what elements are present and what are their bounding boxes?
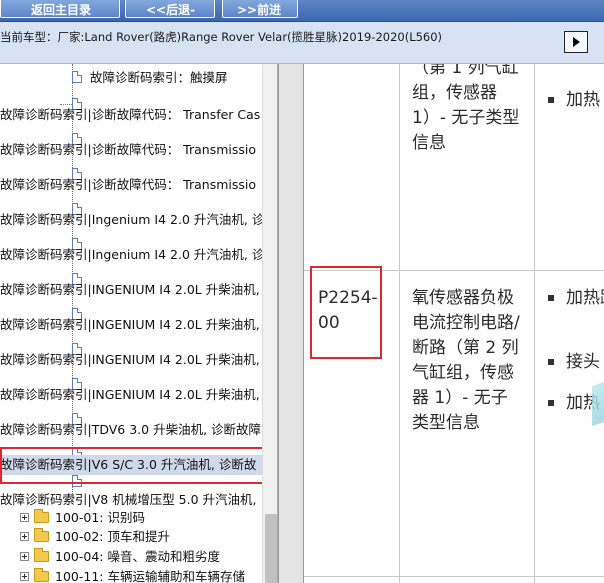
expand-icon[interactable] xyxy=(20,513,29,522)
play-button[interactable] xyxy=(564,31,588,53)
code-highlight-box xyxy=(310,266,382,359)
tree-item[interactable]: 故障诊断码索引|INGENIUM I4 2.0L 升柴油机, xyxy=(0,385,262,405)
play-icon xyxy=(573,37,580,47)
folder-label: 100-02: 顶车和提升 xyxy=(55,529,170,544)
folder-label: 100-01: 识别码 xyxy=(55,510,145,525)
dtc-description: （第 1 列气缸组，传感器 1）- 无子类型信息 xyxy=(412,64,520,153)
vehicle-model: 厂家:Land Rover(路虎)Range Rover Velar(揽胜星脉)… xyxy=(57,30,443,44)
forward-button[interactable]: >>前进 xyxy=(222,0,298,18)
vehicle-info-bar: 当前车型：厂家:Land Rover(路虎)Range Rover Velar(… xyxy=(0,22,604,64)
top-nav-bar: 返回主目录 <<后退- >>前进 xyxy=(0,0,604,22)
dtc-description: 氧传感器负极电流控制电路/断路（第 2 列气缸组，传感器 1）- 无子类型信息 xyxy=(412,288,520,433)
folder-label: 100-04: 噪音、震动和粗劣度 xyxy=(55,549,220,564)
tree-item[interactable]: 故障诊断码索引|V8 机械增压型 5.0 升汽油机, xyxy=(0,490,262,510)
bullet-item: 加热路、 xyxy=(548,286,604,311)
folder-label: 100-11: 车辆运输辅助和车辆存储 xyxy=(55,569,245,583)
decorative-overlay xyxy=(592,381,604,427)
vehicle-text: 当前车型：厂家:Land Rover(路虎)Range Rover Velar(… xyxy=(0,29,442,45)
navigation-tree: 故障诊断码索引：触摸屏 故障诊断码索引|诊断故障代码： Transfer Cas… xyxy=(0,64,278,583)
folder-icon xyxy=(34,548,49,562)
tree-item[interactable]: 故障诊断码索引|TDV6 3.0 升柴油机, 诊断故障 xyxy=(0,420,262,440)
tree-item[interactable]: 故障诊断码索引|Ingenium I4 2.0 升汽油机, 诊 xyxy=(0,245,262,265)
folder-icon xyxy=(34,528,49,542)
dtc-table: （第 1 列气缸组，传感器 1）- 无子类型信息 加热 P2254-00 氧传感… xyxy=(304,64,604,583)
tree-item[interactable]: 故障诊断码索引|INGENIUM I4 2.0L 升柴油机, xyxy=(0,350,262,370)
vehicle-label: 当前车型： xyxy=(0,30,58,44)
tree-item[interactable]: 故障诊断码索引|Ingenium I4 2.0 升汽油机, 诊 xyxy=(0,210,262,230)
bullet-item: 接头 xyxy=(548,350,600,375)
tree-item[interactable]: 故障诊断码索引：触摸屏 xyxy=(0,68,262,88)
tree-item[interactable]: 故障诊断码索引|诊断故障代码： Transmissio xyxy=(0,140,262,160)
folder-icon xyxy=(34,509,49,523)
expand-icon[interactable] xyxy=(20,552,29,561)
folder-icon xyxy=(34,568,49,582)
tree-scrollbar[interactable] xyxy=(262,64,277,583)
previous-button[interactable]: <<后退- xyxy=(125,0,215,18)
scrollbar-thumb[interactable] xyxy=(265,514,277,583)
expand-icon[interactable] xyxy=(20,532,29,541)
bullet-item: 加热 xyxy=(548,88,600,113)
tree-item[interactable]: 故障诊断码索引|诊断故障代码： Transmissio xyxy=(0,175,262,195)
tree-item[interactable]: 故障诊断码索引|诊断故障代码： Transfer Cas xyxy=(0,105,262,125)
expand-icon[interactable] xyxy=(20,572,29,581)
selection-highlight-box xyxy=(0,447,270,484)
back-to-main-button[interactable]: 返回主目录 xyxy=(0,0,120,18)
tree-item[interactable]: 故障诊断码索引|INGENIUM I4 2.0L 升柴油机, xyxy=(0,280,262,300)
tree-item[interactable]: 故障诊断码索引|INGENIUM I4 2.0L 升柴油机, xyxy=(0,315,262,335)
panel-splitter[interactable] xyxy=(278,64,304,583)
